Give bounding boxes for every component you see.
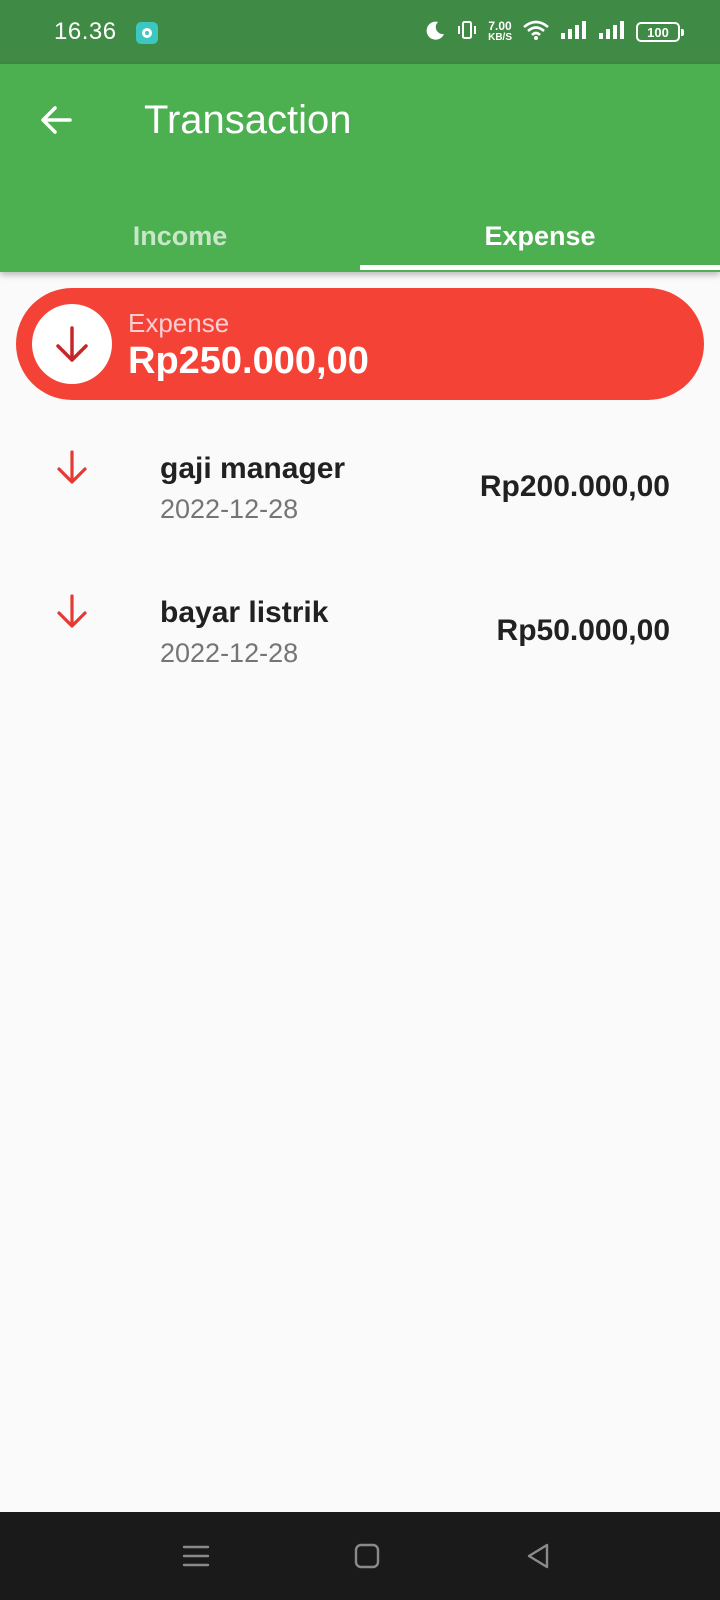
tab-income[interactable]: Income bbox=[0, 200, 360, 272]
summary-icon-circle bbox=[32, 304, 112, 384]
status-icons: 7.00 KB/S 100 bbox=[424, 18, 684, 46]
page-title: Transaction bbox=[144, 98, 352, 142]
system-nav-bar bbox=[0, 1512, 720, 1600]
summary-label: Expense bbox=[128, 308, 230, 338]
network-speed: 7.00 KB/S bbox=[488, 20, 512, 44]
arrow-down-icon bbox=[57, 450, 87, 484]
menu-icon bbox=[182, 1545, 210, 1567]
summary-amount: Rp250.000,00 bbox=[128, 340, 369, 382]
list-item[interactable]: bayar listrik 2022-12-28 Rp50.000,00 bbox=[0, 564, 720, 708]
triangle-back-icon bbox=[527, 1543, 549, 1569]
list-item[interactable]: gaji manager 2022-12-28 Rp200.000,00 bbox=[0, 420, 720, 564]
recent-apps-button[interactable] bbox=[176, 1536, 216, 1576]
signal-icon-2 bbox=[598, 19, 626, 46]
transaction-amount: Rp50.000,00 bbox=[496, 614, 670, 647]
tab-bar: Income Expense bbox=[0, 200, 720, 272]
network-speed-value: 7.00 bbox=[488, 19, 512, 33]
back-nav-button[interactable] bbox=[518, 1536, 558, 1576]
back-button[interactable] bbox=[34, 98, 78, 142]
vibrate-icon bbox=[456, 19, 478, 46]
app-bar: Transaction Income Expense bbox=[0, 64, 720, 272]
notification-app-icon bbox=[136, 22, 158, 44]
signal-icon-1 bbox=[560, 19, 588, 46]
moon-icon bbox=[424, 19, 446, 46]
transaction-date: 2022-12-28 bbox=[160, 494, 299, 524]
wifi-icon bbox=[522, 19, 550, 46]
transaction-list: gaji manager 2022-12-28 Rp200.000,00 bay… bbox=[0, 420, 720, 708]
arrow-down-icon bbox=[57, 594, 87, 628]
transaction-name: gaji manager bbox=[160, 452, 346, 485]
tab-income-label: Income bbox=[132, 220, 228, 251]
tab-expense-label: Expense bbox=[484, 220, 596, 251]
status-time: 16.36 bbox=[54, 18, 117, 45]
transaction-date: 2022-12-28 bbox=[160, 638, 299, 668]
tab-indicator bbox=[360, 265, 720, 270]
home-button[interactable] bbox=[347, 1536, 387, 1576]
arrow-left-icon bbox=[41, 106, 72, 134]
expense-summary-card: Expense Rp250.000,00 bbox=[16, 288, 704, 400]
transaction-name: bayar listrik bbox=[160, 596, 329, 629]
status-bar: 16.36 7.00 KB/S 100 bbox=[0, 0, 720, 64]
network-speed-unit: KB/S bbox=[488, 32, 512, 43]
transaction-amount: Rp200.000,00 bbox=[479, 470, 670, 503]
arrow-down-icon bbox=[56, 326, 88, 362]
square-icon bbox=[354, 1543, 380, 1569]
tab-expense[interactable]: Expense bbox=[360, 200, 720, 272]
battery-icon: 100 bbox=[636, 22, 684, 42]
